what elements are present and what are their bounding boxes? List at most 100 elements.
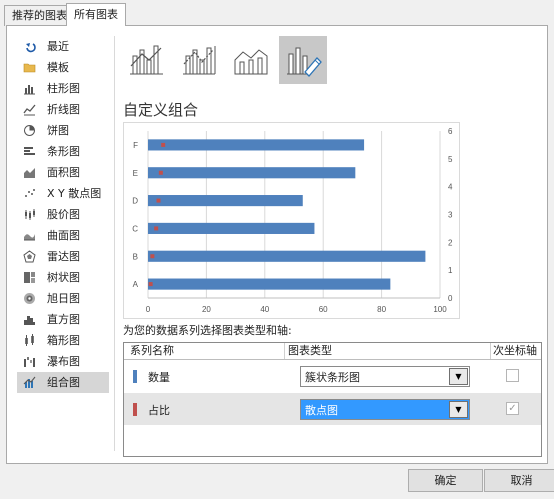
sidebar-item-label: 模板	[47, 61, 69, 74]
cancel-button[interactable]: 取消	[484, 469, 554, 492]
series-row-ratio: 占比 散点图 ▼ ✓	[124, 393, 541, 425]
sidebar-item[interactable]: 条形图	[17, 141, 109, 162]
category-label: B	[133, 252, 138, 261]
sidebar-item-label: 箱形图	[47, 334, 80, 347]
sunburst-chart-icon	[24, 293, 35, 304]
tab-all-charts[interactable]: 所有图表	[66, 3, 126, 26]
series-type-prompt: 为您的数据系列选择图表类型和轴:	[123, 324, 292, 337]
sidebar-item[interactable]: 组合图	[17, 372, 109, 393]
sidebar-item[interactable]: 瀑布图	[17, 351, 109, 372]
chart-type-value: 簇状条形图	[305, 371, 360, 384]
sidebar-item[interactable]: X Y 散点图	[17, 183, 109, 204]
undo-icon	[26, 43, 36, 53]
series-color-swatch	[133, 370, 137, 383]
series-row-quantity: 数量 簇状条形图 ▼	[124, 360, 541, 392]
x-tick-label: 60	[319, 305, 328, 314]
secondary-axis-checkbox[interactable]	[506, 369, 519, 382]
clustered-column-line-secondary-icon[interactable]	[175, 36, 223, 84]
column-chart-icon	[24, 85, 35, 95]
sidebar-item[interactable]: 直方图	[17, 309, 109, 330]
header-chart-type: 图表类型	[288, 344, 332, 357]
sidebar-item-label: 树状图	[47, 271, 80, 284]
scatter-point	[154, 226, 159, 231]
sidebar-item-label: 条形图	[47, 145, 80, 158]
chart-category-list: 最近模板柱形图折线图饼图条形图面积图 X Y 散点图 股价图曲面图 雷达图树状图旭日图…	[17, 36, 109, 393]
chevron-down-icon[interactable]: ▼	[449, 368, 468, 385]
sidebar-item[interactable]: 模板	[17, 57, 109, 78]
bar	[148, 167, 356, 179]
divider	[114, 36, 115, 451]
sidebar-item[interactable]: 曲面图	[17, 225, 109, 246]
sidebar-item[interactable]: 股价图	[17, 204, 109, 225]
folder-icon	[23, 63, 36, 73]
sidebar-item[interactable]: 最近	[17, 36, 109, 57]
sidebar-item[interactable]: 折线图	[17, 99, 109, 120]
secondary-y-tick-label: 2	[448, 238, 453, 247]
secondary-axis-checkbox[interactable]: ✓	[506, 402, 519, 415]
sidebar-item-label: 直方图	[47, 313, 80, 326]
scatter-point	[148, 282, 153, 287]
chevron-down-icon[interactable]: ▼	[449, 401, 468, 418]
bar	[148, 139, 365, 151]
scatter-chart-icon	[25, 189, 35, 197]
secondary-y-tick-label: 0	[448, 294, 453, 303]
clustered-column-line-icon[interactable]	[123, 36, 171, 84]
secondary-y-tick-label: 5	[448, 155, 453, 164]
header-secondary-axis: 次坐标轴	[493, 344, 537, 357]
x-tick-label: 20	[202, 305, 211, 314]
x-tick-label: 0	[146, 305, 151, 314]
sidebar-item[interactable]: 柱形图	[17, 78, 109, 99]
column-divider	[284, 343, 285, 359]
secondary-y-tick-label: 4	[448, 183, 453, 192]
x-tick-label: 80	[377, 305, 386, 314]
category-label: F	[133, 141, 138, 150]
histogram-chart-icon	[24, 316, 35, 325]
sidebar-item[interactable]: 旭日图	[17, 288, 109, 309]
series-name: 占比	[148, 404, 170, 417]
sidebar-item-label: 面积图	[47, 166, 80, 179]
line-chart-icon	[23, 104, 36, 116]
bar	[148, 222, 315, 234]
stock-chart-icon	[25, 209, 35, 220]
stacked-area-column-icon[interactable]	[227, 36, 275, 84]
bar	[148, 278, 391, 290]
series-name: 数量	[148, 371, 170, 384]
series-color-swatch	[133, 403, 137, 416]
chart-type-select[interactable]: 散点图 ▼	[300, 399, 470, 420]
radar-chart-icon	[23, 250, 36, 263]
sidebar-item[interactable]: 饼图	[17, 120, 109, 141]
scatter-point	[161, 142, 166, 147]
sidebar-item[interactable]: 雷达图	[17, 246, 109, 267]
category-label: A	[133, 280, 139, 289]
section-title: 自定义组合	[123, 101, 199, 119]
ok-button[interactable]: 确定	[408, 469, 483, 492]
header-series-name: 系列名称	[130, 344, 174, 357]
boxplot-chart-icon	[25, 334, 34, 346]
sidebar-item-label: 旭日图	[47, 292, 80, 305]
tab-recommended-charts[interactable]: 推荐的图表	[4, 5, 75, 26]
chart-type-select[interactable]: 簇状条形图 ▼	[300, 366, 470, 387]
sidebar-item-label: 股价图	[47, 208, 80, 221]
sidebar-item-label: 饼图	[47, 124, 69, 137]
secondary-y-tick-label: 6	[448, 127, 453, 136]
column-divider	[490, 343, 491, 359]
secondary-y-tick-label: 3	[448, 211, 453, 220]
sidebar-item-label: 柱形图	[47, 82, 80, 95]
surface-chart-icon	[24, 234, 35, 241]
sidebar-item[interactable]: 树状图	[17, 267, 109, 288]
sidebar-item-label: X Y 散点图	[47, 187, 102, 200]
sidebar-item-label: 折线图	[47, 103, 80, 116]
sidebar-item[interactable]: 面积图	[17, 162, 109, 183]
custom-combo-icon[interactable]	[279, 36, 327, 84]
area-chart-icon	[24, 168, 35, 178]
sidebar-item-label: 最近	[47, 40, 69, 53]
scatter-point	[158, 170, 163, 175]
waterfall-chart-icon	[24, 357, 35, 367]
sidebar-item[interactable]: 箱形图	[17, 330, 109, 351]
category-label: C	[132, 224, 138, 233]
tab-bar: 推荐的图表 所有图表	[0, 0, 554, 26]
sidebar-item-label: 组合图	[47, 376, 80, 389]
x-tick-label: 100	[433, 305, 447, 314]
all-charts-panel: 最近模板柱形图折线图饼图条形图面积图 X Y 散点图 股价图曲面图 雷达图树状图旭日图…	[6, 25, 548, 464]
pie-chart-icon	[24, 125, 35, 136]
